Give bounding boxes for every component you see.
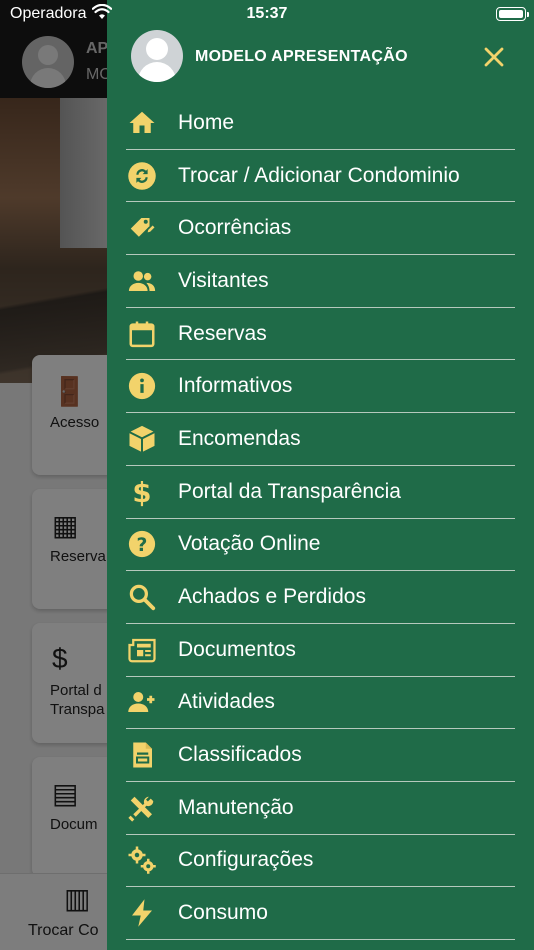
menu-item-reservas[interactable]: Reservas bbox=[126, 308, 515, 361]
menu-item-label: Home bbox=[178, 110, 235, 134]
user-name: MODELO APRESENTAÇÃO bbox=[195, 48, 408, 65]
menu-item-configuracoes[interactable]: Configurações bbox=[126, 835, 515, 888]
menu-item-portal-transparencia[interactable]: $ Portal da Transparência bbox=[126, 466, 515, 519]
menu-item-label: Trocar / Adicionar Condominio bbox=[178, 163, 460, 187]
gears-icon bbox=[126, 844, 158, 876]
menu-item-label: Documentos bbox=[178, 637, 296, 661]
search-icon bbox=[126, 581, 158, 613]
menu-item-manutencao[interactable]: Manutenção bbox=[126, 782, 515, 835]
tag-edit-icon bbox=[126, 212, 158, 244]
drawer-menu: Home Trocar / Adicionar Condominio Ocorr… bbox=[126, 97, 515, 940]
person-add-icon bbox=[126, 686, 158, 718]
menu-item-trocar-condominio[interactable]: Trocar / Adicionar Condominio bbox=[126, 150, 515, 203]
status-bar: Operadora 15:37 bbox=[0, 0, 534, 30]
menu-item-encomendas[interactable]: Encomendas bbox=[126, 413, 515, 466]
clock-label: 15:37 bbox=[246, 5, 288, 22]
menu-item-label: Atividades bbox=[178, 690, 275, 714]
calendar-icon bbox=[126, 318, 158, 350]
swap-icon bbox=[126, 160, 158, 192]
menu-item-label: Achados e Perdidos bbox=[178, 585, 366, 609]
battery-icon bbox=[496, 7, 529, 21]
menu-item-documentos[interactable]: Documentos bbox=[126, 624, 515, 677]
menu-item-label: Visitantes bbox=[178, 268, 269, 292]
home-icon bbox=[126, 107, 158, 139]
dollar-icon: $ bbox=[126, 476, 158, 508]
menu-item-informativos[interactable]: Informativos bbox=[126, 360, 515, 414]
menu-item-home[interactable]: Home bbox=[126, 97, 515, 150]
menu-item-label: Informativos bbox=[178, 374, 293, 398]
package-icon bbox=[126, 423, 158, 455]
tools-icon bbox=[126, 792, 158, 824]
menu-item-label: Votação Online bbox=[178, 532, 321, 556]
document-icon bbox=[126, 739, 158, 771]
menu-item-consumo[interactable]: Consumo bbox=[126, 887, 515, 940]
menu-item-label: Portal da Transparência bbox=[178, 479, 401, 503]
menu-item-label: Ocorrências bbox=[178, 216, 292, 240]
menu-item-votacao-online[interactable]: ? Votação Online bbox=[126, 519, 515, 572]
menu-item-label: Manutenção bbox=[178, 795, 294, 819]
svg-text:?: ? bbox=[137, 535, 148, 556]
drawer-header: MODELO APRESENTAÇÃO bbox=[107, 30, 534, 86]
menu-item-label: Reservas bbox=[178, 321, 267, 345]
navigation-drawer: MODELO APRESENTAÇÃO Home Trocar / Adicio… bbox=[107, 0, 534, 950]
menu-item-atividades[interactable]: Atividades bbox=[126, 677, 515, 730]
lightning-icon bbox=[126, 897, 158, 929]
people-icon bbox=[126, 265, 158, 297]
close-icon[interactable] bbox=[481, 44, 507, 70]
menu-item-visitantes[interactable]: Visitantes bbox=[126, 255, 515, 308]
menu-item-label: Configurações bbox=[178, 848, 314, 872]
avatar[interactable] bbox=[131, 30, 183, 82]
menu-item-achados-perdidos[interactable]: Achados e Perdidos bbox=[126, 571, 515, 624]
menu-item-label: Encomendas bbox=[178, 426, 301, 450]
menu-item-label: Classificados bbox=[178, 743, 302, 767]
menu-item-label: Consumo bbox=[178, 901, 268, 925]
menu-item-classificados[interactable]: Classificados bbox=[126, 729, 515, 782]
info-icon bbox=[126, 370, 158, 402]
help-icon: ? bbox=[126, 528, 158, 560]
newspaper-icon bbox=[126, 634, 158, 666]
svg-text:$: $ bbox=[132, 477, 151, 507]
menu-item-ocorrencias[interactable]: Ocorrências bbox=[126, 202, 515, 256]
